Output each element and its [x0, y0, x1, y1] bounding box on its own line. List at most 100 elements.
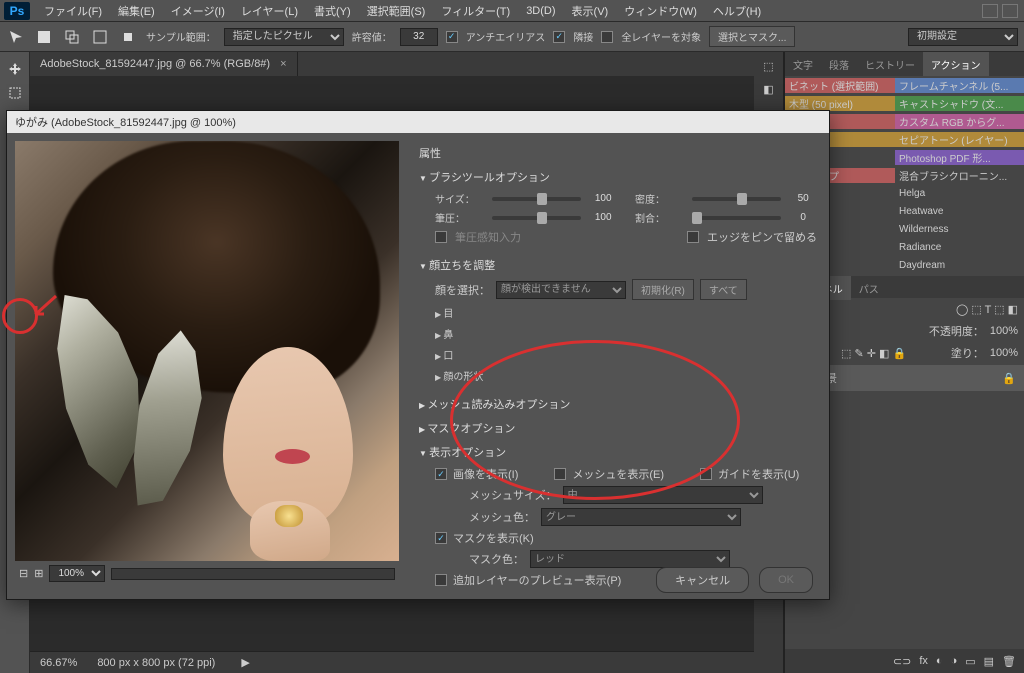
tab-actions[interactable]: アクション [923, 52, 989, 76]
selection-sub-icon[interactable] [90, 27, 110, 47]
link-layers-icon[interactable]: ⊂⊃ [893, 655, 911, 668]
move-tool-icon[interactable] [2, 58, 28, 80]
lock-icons[interactable]: ⬚ ✎ ✛ ◧ 🔒 [841, 347, 906, 360]
dialog-title: ゆがみ (AdobeStock_81592447.jpg @ 100%) [7, 111, 829, 133]
opacity-value[interactable]: 100% [990, 325, 1018, 337]
lock-icon[interactable]: 🔒 [1002, 372, 1016, 385]
selection-new-icon[interactable] [34, 27, 54, 47]
tab-history[interactable]: ヒストリー [857, 52, 923, 76]
show-guide-label: ガイドを表示(U) [718, 466, 799, 482]
fx-icon[interactable]: fx [919, 655, 928, 667]
selection-add-icon[interactable] [62, 27, 82, 47]
menu-view[interactable]: 表示(V) [564, 3, 617, 19]
mask-color-label: マスク色： [469, 551, 524, 567]
panel-icon-1[interactable]: ⬚ [763, 60, 773, 73]
view-opt-header[interactable]: 表示オプション [419, 440, 817, 464]
zoom-in-icon[interactable]: ⊞ [34, 567, 43, 580]
menu-type[interactable]: 書式(Y) [306, 3, 359, 19]
current-tool-icon[interactable] [6, 27, 26, 47]
opacity-label: 不透明度： [929, 323, 984, 339]
show-mask-checkbox[interactable]: ✓ [435, 532, 447, 544]
tolerance-input[interactable] [400, 28, 438, 46]
zoom-out-icon[interactable]: ⊟ [19, 567, 28, 580]
options-bar: サンプル範囲： 指定したピクセル 許容値： ✓ アンチエイリアス ✓ 隣接 全レ… [0, 22, 1024, 52]
face-select[interactable]: 顔が検出できません [496, 281, 626, 299]
show-mask-label: マスクを表示(K) [453, 530, 534, 546]
face-section-header[interactable]: 顔立ちを調整 [419, 253, 817, 277]
workspace-preset-select[interactable]: 初期設定 [908, 28, 1018, 46]
contiguous-checkbox[interactable]: ✓ [553, 31, 565, 43]
mask-icon[interactable]: ◐ [936, 655, 943, 667]
menu-layer[interactable]: レイヤー(L) [233, 3, 306, 19]
pen-pressure-checkbox[interactable] [435, 231, 447, 243]
zoom-select[interactable]: 100% [49, 565, 105, 582]
add-layer-preview-label: 追加レイヤーのプレビュー表示(P) [453, 572, 621, 588]
show-image-checkbox[interactable]: ✓ [435, 468, 447, 480]
dialog-image-area: ⊟ ⊞ 100% [7, 133, 407, 599]
sample-select[interactable]: 指定したピクセル [224, 28, 344, 46]
mesh-color-label: メッシュ色： [469, 509, 535, 525]
ok-button[interactable]: OK [759, 567, 813, 593]
menu-window[interactable]: ウィンドウ(W) [616, 3, 705, 19]
face-eyes[interactable]: 目 [419, 302, 817, 323]
reset-button[interactable]: 初期化(R) [632, 279, 694, 300]
face-shape[interactable]: 顔の形状 [419, 365, 817, 386]
menu-bar: Ps ファイル(F) 編集(E) イメージ(I) レイヤー(L) 書式(Y) 選… [0, 0, 1024, 22]
slider[interactable] [492, 216, 582, 220]
adjustment-icon[interactable]: ◑ [951, 655, 958, 667]
slider-row: サイズ：100 密度：50 [419, 189, 817, 208]
menu-3d[interactable]: 3D(D) [518, 5, 563, 17]
mask-color-select[interactable]: レッド [530, 550, 730, 568]
show-mesh-checkbox[interactable] [554, 468, 566, 480]
tolerance-label: 許容値： [352, 29, 392, 44]
tab-paths[interactable]: パス [851, 276, 887, 300]
menu-file[interactable]: ファイル(F) [36, 3, 110, 19]
menu-filter[interactable]: フィルター(T) [433, 3, 518, 19]
face-mouth[interactable]: 口 [419, 344, 817, 365]
pin-edges-checkbox[interactable] [687, 231, 699, 243]
mesh-size-select[interactable]: 中 [563, 486, 763, 504]
liquify-dialog: ゆがみ (AdobeStock_81592447.jpg @ 100%) ⊟ ⊞… [6, 110, 830, 600]
selection-intersect-icon[interactable] [118, 27, 138, 47]
new-layer-icon[interactable]: ▤ [984, 655, 994, 668]
window-minimize[interactable] [982, 4, 998, 18]
pin-edges-label: エッジをピンで留める [707, 229, 817, 245]
contiguous-label: 隣接 [573, 29, 593, 44]
slider[interactable] [692, 216, 782, 220]
all-button[interactable]: すべて [700, 279, 747, 300]
marquee-tool-icon[interactable] [2, 82, 28, 104]
cancel-button[interactable]: キャンセル [656, 567, 749, 593]
all-layers-checkbox[interactable] [601, 31, 613, 43]
menu-image[interactable]: イメージ(I) [163, 3, 233, 19]
show-guide-checkbox[interactable] [700, 468, 712, 480]
menu-edit[interactable]: 編集(E) [110, 3, 163, 19]
sample-label: サンプル範囲： [146, 29, 216, 44]
add-layer-preview-checkbox[interactable] [435, 574, 447, 586]
dialog-properties: 属性 ブラシツールオプション サイズ：100 密度：50筆圧：100 割合：0 … [407, 133, 829, 599]
antialias-checkbox[interactable]: ✓ [446, 31, 458, 43]
face-nose[interactable]: 鼻 [419, 323, 817, 344]
horizontal-scrollbar[interactable] [111, 568, 395, 580]
mesh-load-header[interactable]: メッシュ読み込みオプション [419, 392, 817, 416]
trash-icon[interactable]: 🗑 [1002, 655, 1016, 668]
menu-select[interactable]: 選択範囲(S) [359, 3, 434, 19]
close-tab-icon[interactable]: × [280, 58, 286, 70]
document-tab[interactable]: AdobeStock_81592447.jpg @ 66.7% (RGB/8#)… [30, 52, 298, 76]
mesh-color-select[interactable]: グレー [541, 508, 741, 526]
status-dims: 800 px x 800 px (72 ppi) [97, 657, 215, 669]
slider[interactable] [692, 197, 782, 201]
panel-icon-2[interactable]: ◧ [763, 83, 773, 96]
group-icon[interactable]: ▭ [965, 655, 975, 668]
fill-value[interactable]: 100% [990, 347, 1018, 359]
mask-opt-header[interactable]: マスクオプション [419, 416, 817, 440]
menu-help[interactable]: ヘルプ(H) [705, 3, 769, 19]
all-layers-label: 全レイヤーを対象 [621, 29, 701, 44]
tab-character[interactable]: 文字 [785, 52, 821, 76]
dialog-preview[interactable] [15, 141, 399, 561]
window-maximize[interactable] [1002, 4, 1018, 18]
brush-section-header[interactable]: ブラシツールオプション [419, 165, 817, 189]
action-row[interactable]: ビネット (選択範囲)フレームチャンネル (5... [785, 76, 1024, 94]
slider[interactable] [492, 197, 582, 201]
tab-paragraph[interactable]: 段落 [821, 52, 857, 76]
select-mask-button[interactable]: 選択とマスク... [709, 26, 795, 47]
